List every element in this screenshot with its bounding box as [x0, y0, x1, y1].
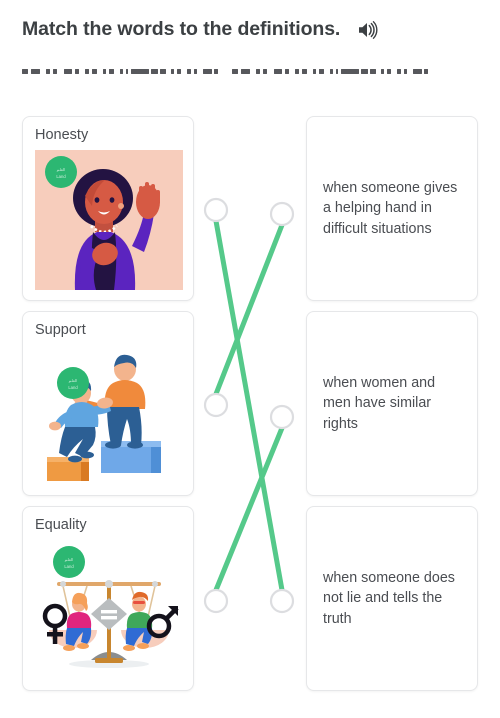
redacted-block	[171, 68, 174, 74]
redacted-block	[424, 68, 428, 74]
redacted-block	[64, 68, 72, 74]
definition-card-1[interactable]: when someone gives a helping hand in dif…	[306, 116, 478, 301]
definition-card-2[interactable]: when women and men have similar rights	[306, 311, 478, 496]
redacted-block	[381, 68, 384, 74]
redacted-block	[194, 68, 197, 74]
redacted-block	[285, 68, 289, 74]
redacted-block	[274, 68, 282, 74]
matching-exercise-page: Match the words to the definitions. Hone…	[0, 0, 500, 718]
support-illustration: العلم Land	[35, 345, 183, 485]
redacted-subtitle	[22, 65, 480, 77]
redacted-block	[256, 68, 260, 74]
redacted-block	[370, 68, 376, 74]
right-dots	[269, 201, 295, 614]
redacted-block	[341, 68, 359, 74]
redacted-block	[319, 68, 324, 74]
word-label: Equality	[35, 517, 87, 533]
redacted-block	[85, 68, 89, 74]
definitions-column: when someone gives a helping hand in dif…	[306, 116, 478, 701]
words-column: Honesty العلم Land Support العلم Land Eq…	[22, 116, 194, 701]
page-title: Match the words to the definitions.	[22, 18, 341, 40]
redacted-block	[75, 68, 79, 74]
left-dot-1[interactable]	[203, 197, 229, 223]
page-header: Match the words to the definitions.	[22, 18, 378, 41]
right-dot-3[interactable]	[269, 588, 295, 614]
redacted-block	[126, 68, 128, 74]
definition-card-3[interactable]: when someone does not lie and tells the …	[306, 506, 478, 691]
right-dot-1[interactable]	[269, 201, 295, 227]
redacted-block	[214, 68, 218, 74]
svg-text:Land: Land	[68, 385, 78, 390]
left-dots	[203, 197, 229, 614]
redacted-block	[22, 68, 28, 74]
redacted-block	[131, 68, 149, 74]
redacted-block	[313, 68, 316, 74]
word-card-support[interactable]: Support العلم Land	[22, 311, 194, 496]
left-dot-2[interactable]	[203, 392, 229, 418]
equality-illustration: العلم Land	[35, 540, 183, 680]
redacted-block	[241, 68, 250, 74]
honesty-illustration: العلم Land	[35, 150, 183, 290]
connection-line-left3-right2	[213, 425, 285, 593]
left-dot-3[interactable]	[203, 588, 229, 614]
redacted-block	[404, 68, 407, 74]
redacted-block	[53, 68, 57, 74]
redacted-block	[31, 68, 40, 74]
svg-text:Land: Land	[64, 564, 74, 569]
redacted-block	[151, 68, 158, 74]
connection-line-left2-right1	[213, 222, 285, 397]
redacted-block	[109, 68, 114, 74]
svg-text:العلم: العلم	[65, 557, 74, 562]
redacted-block	[336, 68, 338, 74]
speaker-icon[interactable]	[356, 19, 378, 41]
word-card-equality[interactable]: Equality العلم Land	[22, 506, 194, 691]
redacted-block	[160, 68, 166, 74]
svg-text:العلم: العلم	[69, 378, 78, 383]
definition-text: when someone gives a helping hand in dif…	[323, 180, 458, 237]
word-label: Honesty	[35, 127, 89, 143]
redacted-block	[387, 68, 391, 74]
definition-text: when someone does not lie and tells the …	[323, 570, 455, 627]
redacted-block	[177, 68, 181, 74]
redacted-block	[413, 68, 422, 74]
redacted-block	[120, 68, 123, 74]
word-card-honesty[interactable]: Honesty العلم Land	[22, 116, 194, 301]
svg-text:العلم: العلم	[57, 167, 66, 172]
redacted-block	[397, 68, 401, 74]
redacted-block	[92, 68, 97, 74]
redacted-block	[295, 68, 299, 74]
redacted-block	[187, 68, 191, 74]
definition-text: when women and men have similar rights	[323, 375, 436, 432]
redacted-block	[46, 68, 50, 74]
redacted-block	[302, 68, 307, 74]
redacted-block	[263, 68, 267, 74]
redacted-block	[232, 68, 238, 74]
right-dot-2[interactable]	[269, 404, 295, 430]
svg-text:Land: Land	[56, 174, 66, 179]
redacted-block	[103, 68, 106, 74]
redacted-block	[330, 68, 333, 74]
redacted-block	[203, 68, 212, 74]
word-label: Support	[35, 322, 86, 338]
redacted-block	[361, 68, 368, 74]
